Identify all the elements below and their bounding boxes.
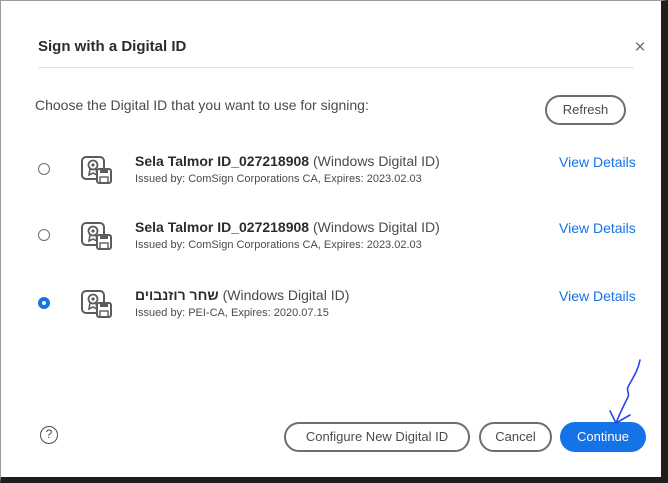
- configure-new-digital-id-button[interactable]: Configure New Digital ID: [284, 422, 470, 452]
- digital-id-info: Sela Talmor ID_027218908 (Windows Digita…: [135, 219, 535, 251]
- digital-id-issuer: Issued by: ComSign Corporations CA, Expi…: [135, 239, 422, 251]
- dialog-title: Sign with a Digital ID: [38, 38, 187, 55]
- instruction-text: Choose the Digital ID that you want to u…: [35, 97, 369, 113]
- digital-id-info: שחר רוזנבוים (Windows Digital ID) Issued…: [135, 287, 535, 319]
- cancel-button[interactable]: Cancel: [479, 422, 552, 452]
- digital-id-name: Sela Talmor ID_027218908: [135, 219, 310, 235]
- refresh-button[interactable]: Refresh: [545, 95, 626, 125]
- screenshot-frame: Sign with a Digital ID × Choose the Digi…: [0, 0, 668, 483]
- digital-id-row-selected[interactable]: שחר רוזנבוים (Windows Digital ID) Issued…: [38, 287, 638, 342]
- digital-id-info: Sela Talmor ID_027218908 (Windows Digita…: [135, 153, 535, 185]
- sign-digital-id-dialog: Sign with a Digital ID × Choose the Digi…: [12, 12, 659, 476]
- view-details-link[interactable]: View Details: [559, 220, 636, 236]
- help-icon[interactable]: ?: [40, 426, 58, 444]
- digital-id-row[interactable]: Sela Talmor ID_027218908 (Windows Digita…: [38, 219, 638, 274]
- digital-id-issuer: Issued by: PEI-CA, Expires: 2020.07.15: [135, 307, 329, 319]
- hand-drawn-arrow-annotation: [609, 359, 641, 424]
- view-details-link[interactable]: View Details: [559, 288, 636, 304]
- digital-id-icon: [81, 222, 112, 250]
- digital-id-name: Sela Talmor ID_027218908: [135, 153, 310, 169]
- digital-id-radio-selected[interactable]: [38, 297, 50, 309]
- digital-id-type: (Windows Digital ID): [312, 219, 440, 235]
- digital-id-icon: [81, 156, 112, 184]
- digital-id-name: שחר רוזנבוים: [135, 287, 219, 303]
- digital-id-radio[interactable]: [38, 229, 50, 241]
- digital-id-radio[interactable]: [38, 163, 50, 175]
- digital-id-type: (Windows Digital ID): [312, 153, 440, 169]
- digital-id-row[interactable]: Sela Talmor ID_027218908 (Windows Digita…: [38, 153, 638, 208]
- digital-id-icon: [81, 290, 112, 318]
- digital-id-issuer: Issued by: ComSign Corporations CA, Expi…: [135, 173, 422, 185]
- close-icon[interactable]: ×: [632, 38, 648, 57]
- view-details-link[interactable]: View Details: [559, 154, 636, 170]
- title-divider: [38, 67, 634, 68]
- digital-id-type: (Windows Digital ID): [222, 287, 350, 303]
